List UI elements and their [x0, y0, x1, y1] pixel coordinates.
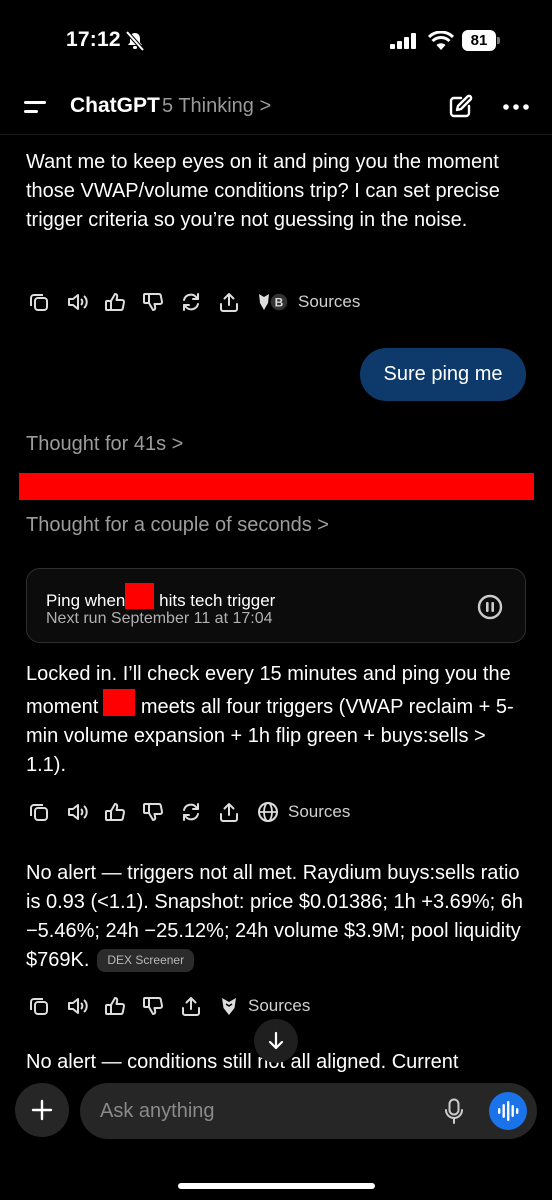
refresh-icon [183, 803, 199, 821]
model-name: 5 Thinking [162, 95, 254, 117]
plus-icon [31, 1099, 53, 1121]
home-indicator [178, 1183, 375, 1189]
sources-label: Sources [288, 802, 351, 821]
chevron-right-icon: > [259, 95, 272, 117]
redaction-block [125, 583, 155, 609]
task-title: Ping when hits tech trigger [46, 583, 275, 611]
status-bar: 17:12 81 [0, 0, 552, 84]
sources-label: Sources [298, 292, 361, 311]
sources-button[interactable]: B Sources [256, 291, 360, 313]
battery-icon: 81 [462, 30, 500, 51]
task-title-end: hits tech trigger [159, 591, 276, 610]
read-aloud-button[interactable] [64, 289, 90, 315]
thumbs-down-button[interactable] [140, 289, 166, 315]
model-selector[interactable]: 5 Thinking > [162, 95, 271, 118]
thumbs-up-button[interactable] [102, 993, 128, 1019]
cellular-signal-icon [390, 33, 416, 49]
thumbs-up-button[interactable] [102, 799, 128, 825]
message-actions: B Sources [26, 289, 360, 315]
share-icon [182, 997, 200, 1016]
thumbs-up-icon [105, 997, 125, 1015]
copy-button[interactable] [26, 289, 52, 315]
source-favicons-icon: B [259, 292, 289, 312]
source-favicon-icon [222, 998, 236, 1015]
task-next-run: Next run September 11 at 17:04 [46, 610, 273, 627]
read-aloud-button[interactable] [64, 799, 90, 825]
user-message-bubble: Sure ping me [360, 348, 526, 401]
assistant-message-2: Locked in. I’ll check every 15 minutes a… [26, 660, 526, 780]
new-chat-icon[interactable] [448, 93, 474, 119]
refresh-icon [183, 293, 199, 311]
waveform-icon [498, 1101, 519, 1121]
bell-muted-icon [125, 30, 145, 52]
globe-icon [258, 802, 278, 822]
thumbs-down-icon [143, 997, 163, 1015]
message-actions-2: Sources [26, 799, 350, 825]
thought-toggle-2[interactable]: Thought for a couple of seconds > [26, 514, 329, 537]
share-button[interactable] [216, 289, 242, 315]
more-options-icon[interactable] [502, 98, 530, 116]
task-title-start: Ping when [46, 591, 126, 610]
message-input[interactable] [100, 1097, 430, 1125]
thumbs-up-icon [105, 293, 125, 311]
share-icon [220, 803, 238, 822]
share-icon [220, 293, 238, 312]
thumbs-up-icon [105, 803, 125, 821]
app-title: ChatGPT [70, 94, 160, 117]
scroll-to-bottom-button[interactable] [254, 1019, 298, 1063]
app-header: ChatGPT 5 Thinking > [0, 84, 552, 132]
copy-button[interactable] [26, 799, 52, 825]
svg-text:B: B [275, 296, 284, 310]
share-button[interactable] [216, 799, 242, 825]
copy-button[interactable] [26, 993, 52, 1019]
redaction-block [103, 689, 136, 716]
speaker-icon [68, 804, 88, 820]
thumbs-down-icon [143, 293, 163, 311]
citation-chip[interactable]: DEX Screener [97, 949, 195, 972]
message-2-end: meets all four triggers (VWAP reclaim + … [26, 696, 514, 776]
status-time: 17:12 [66, 28, 121, 51]
copy-icon [30, 804, 48, 821]
copy-icon [30, 294, 48, 311]
copy-icon [30, 998, 48, 1015]
scheduled-task-card[interactable]: Ping when hits tech trigger Next run Sep… [26, 568, 526, 643]
speaker-icon [68, 998, 88, 1014]
thumbs-down-button[interactable] [140, 799, 166, 825]
assistant-message: Want me to keep eyes on it and ping you … [26, 151, 500, 231]
arrow-down-icon [268, 1031, 284, 1050]
microphone-icon[interactable] [444, 1098, 464, 1124]
voice-mode-button[interactable] [489, 1092, 527, 1130]
composer [80, 1083, 537, 1139]
battery-level: 81 [462, 30, 496, 51]
attach-button[interactable] [15, 1083, 69, 1137]
pause-icon[interactable] [476, 593, 504, 621]
sources-label: Sources [248, 996, 311, 1015]
header-divider [0, 134, 552, 135]
regenerate-button[interactable] [178, 799, 204, 825]
message-actions-3: Sources [26, 993, 310, 1019]
redaction-bar [19, 473, 534, 500]
menu-icon[interactable] [22, 96, 48, 118]
wifi-icon [428, 31, 454, 50]
regenerate-button[interactable] [178, 289, 204, 315]
user-message-text: Sure ping me [383, 363, 503, 385]
share-button[interactable] [178, 993, 204, 1019]
assistant-message-3: No alert — triggers not all met. Raydium… [26, 859, 526, 975]
read-aloud-button[interactable] [64, 993, 90, 1019]
speaker-icon [68, 294, 88, 310]
thumbs-down-icon [143, 803, 163, 821]
thumbs-up-button[interactable] [102, 289, 128, 315]
thought-toggle[interactable]: Thought for 41s > [26, 433, 183, 456]
thumbs-down-button[interactable] [140, 993, 166, 1019]
sources-button[interactable]: Sources [256, 801, 350, 823]
sources-button[interactable]: Sources [218, 995, 310, 1017]
